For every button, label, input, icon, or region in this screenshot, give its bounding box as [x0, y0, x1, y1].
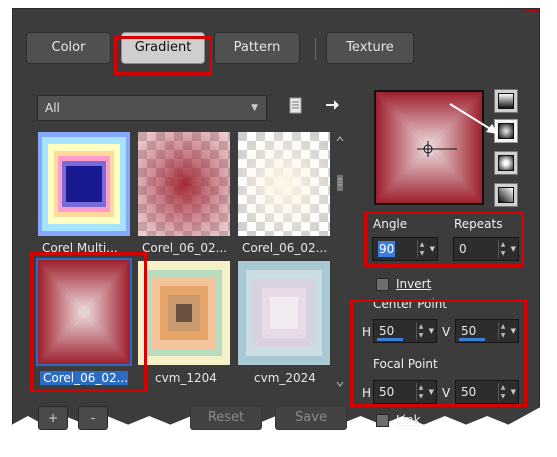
invert-label: Invert [396, 277, 432, 291]
tab-gradient[interactable]: Gradient [121, 32, 205, 64]
thumb-label-cvm-1204: cvm_1204 [155, 371, 217, 385]
pointer-arrow-annotation [449, 103, 498, 134]
thumbnail-scrollbar[interactable] [335, 135, 345, 388]
focal-h-label: H [362, 386, 372, 400]
center-v-label: V [442, 325, 451, 339]
center-v-level-bar [459, 338, 485, 341]
radial-style-button[interactable] [494, 183, 518, 207]
chevron-down-icon[interactable]: ▼ [429, 320, 434, 342]
center-h-spinner[interactable]: 50 ▲ ▼ ▼ [373, 319, 437, 343]
center-h-label: H [362, 325, 372, 339]
repeats-spinner[interactable]: 0 ▲ ▼ ▼ [453, 237, 519, 261]
center-v-spinner[interactable]: 50 ▲ ▼ ▼ [455, 319, 519, 343]
remove-gradient-button[interactable]: - [78, 406, 108, 430]
sunburst-style-icon [498, 155, 514, 171]
invert-checkbox[interactable] [376, 278, 389, 291]
spin-arrows-icon[interactable]: ▲ ▼ [416, 322, 424, 340]
reset-button[interactable]: Reset [190, 406, 262, 430]
chevron-down-icon[interactable]: ▼ [511, 238, 516, 260]
spin-arrows-icon[interactable]: ▲ ▼ [498, 383, 506, 401]
spin-arrows-icon[interactable]: ▲ ▼ [417, 240, 425, 258]
gradient-thumb-cvm-2024[interactable] [238, 261, 330, 365]
sunburst-style-button[interactable] [494, 151, 518, 175]
thumb-label-corel-06-02-selected: Corel_06_02... [40, 371, 128, 385]
save-button[interactable]: Save [275, 406, 347, 430]
tab-separator [315, 38, 316, 60]
repeats-label: Repeats [454, 217, 503, 231]
add-gradient-button[interactable]: + [38, 406, 68, 430]
thumb-label-corel-06-02-a: Corel_06_02... [142, 241, 228, 255]
thumb-label-corel-06-02-b: Corel_06_02... [242, 241, 328, 255]
angle-value: 90 [378, 241, 396, 257]
category-dropdown-value: All [45, 101, 60, 115]
spin-arrows-icon[interactable]: ▲ ▼ [498, 322, 506, 340]
thumb-label-corel-multi: Corel Multi... [42, 241, 118, 255]
center-point-crosshair-icon[interactable] [417, 141, 457, 157]
focal-v-value: 50 [461, 385, 477, 399]
chevron-down-icon: ▼ [251, 103, 258, 113]
tab-pattern[interactable]: Pattern [214, 32, 300, 64]
angle-spinner[interactable]: 90 ▲ ▼ ▼ [372, 237, 438, 261]
tab-color[interactable]: Color [26, 32, 111, 64]
radial-style-icon [498, 187, 514, 203]
gradient-thumb-cvm-1204[interactable] [138, 261, 230, 365]
repeats-value: 0 [459, 242, 467, 256]
focal-v-label: V [442, 386, 451, 400]
spin-arrows-icon[interactable]: ▲ ▼ [416, 383, 424, 401]
focal-point-label: Focal Point [373, 357, 438, 371]
spin-arrows-icon[interactable]: ▲ ▼ [498, 240, 506, 258]
gradient-thumb-corel-06-02-selected[interactable] [36, 258, 132, 366]
chevron-down-icon[interactable]: ▼ [511, 320, 516, 342]
arrow-right-icon[interactable] [324, 97, 344, 117]
category-dropdown[interactable]: All ▼ [37, 95, 267, 121]
tab-texture[interactable]: Texture [326, 32, 414, 64]
chevron-down-icon[interactable]: ▼ [511, 381, 516, 403]
chevron-down-icon[interactable]: ▼ [430, 238, 435, 260]
focal-h-spinner[interactable]: 50 ▲ ▼ ▼ [373, 380, 437, 404]
gradient-thumb-corel-06-02-b[interactable] [238, 132, 330, 236]
chevron-down-icon[interactable]: ▼ [429, 381, 434, 403]
angle-label: Angle [373, 217, 408, 231]
link-checkbox[interactable] [376, 414, 389, 427]
center-h-level-bar [377, 338, 403, 341]
focal-h-value: 50 [379, 385, 395, 399]
center-point-label: Center Point [373, 297, 447, 311]
gradient-thumb-corel-multi[interactable] [38, 132, 130, 236]
link-label: Link [396, 413, 421, 427]
gradient-thumb-corel-06-02-a[interactable] [138, 132, 230, 236]
focal-v-spinner[interactable]: 50 ▲ ▼ ▼ [455, 380, 519, 404]
page-icon[interactable] [287, 97, 307, 117]
